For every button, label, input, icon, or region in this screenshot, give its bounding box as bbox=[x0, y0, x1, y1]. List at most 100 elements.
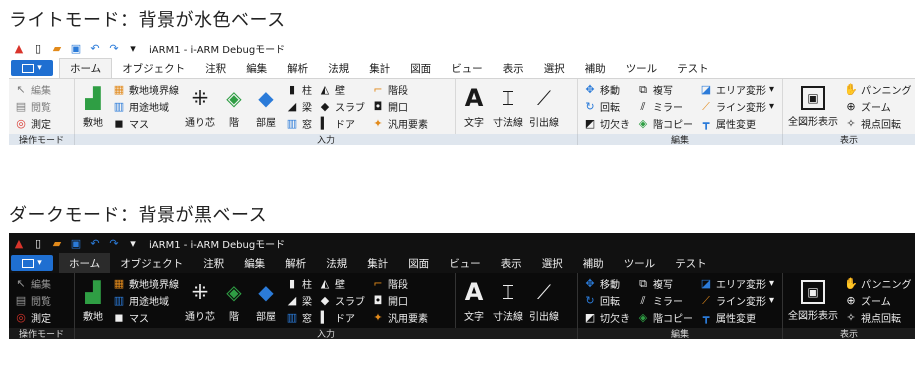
grid-line-button[interactable]: ⁜ 通り芯 bbox=[185, 85, 215, 129]
fit-all-button[interactable]: ▣ 全図形表示 bbox=[788, 279, 838, 322]
leader-button[interactable]: ⟋ 引出線 bbox=[529, 85, 559, 129]
site-boundary-button[interactable]: ▦ 敷地境界線 bbox=[112, 82, 179, 97]
floor-copy-button[interactable]: ◈ 階コピー bbox=[636, 310, 693, 325]
line-transform-button[interactable]: ⟋ ライン変形 ▾ bbox=[699, 99, 774, 114]
move-button[interactable]: ✥ 移動 bbox=[583, 82, 630, 97]
beam-button[interactable]: ◢ 梁 bbox=[285, 99, 312, 114]
tab-home[interactable]: ホーム bbox=[59, 58, 113, 78]
app-logo-icon[interactable]: ▲ bbox=[12, 236, 26, 250]
mass-button[interactable]: ◼ マス bbox=[112, 310, 179, 325]
tab-object[interactable]: オブジェクト bbox=[112, 58, 195, 78]
tab-display[interactable]: 表示 bbox=[491, 253, 532, 273]
tab-drawing[interactable]: 図面 bbox=[398, 253, 439, 273]
tab-assist[interactable]: 補助 bbox=[575, 58, 616, 78]
undo-icon[interactable]: ↶ bbox=[88, 41, 102, 55]
save-icon[interactable]: ▣ bbox=[69, 41, 83, 55]
zoning-button[interactable]: ▥ 用途地域 bbox=[112, 99, 179, 114]
wall-button[interactable]: ◭ 壁 bbox=[318, 276, 365, 291]
tab-select[interactable]: 選択 bbox=[534, 58, 575, 78]
tab-aggregate[interactable]: 集計 bbox=[359, 58, 400, 78]
tab-tools[interactable]: ツール bbox=[616, 58, 668, 78]
grid-line-button[interactable]: ⁜ 通り芯 bbox=[185, 279, 215, 323]
door-button[interactable]: ▍ ドア bbox=[318, 116, 365, 131]
tab-view[interactable]: ビュー bbox=[441, 58, 493, 78]
attribute-change-button[interactable]: ┳ 属性変更 bbox=[699, 116, 774, 131]
window-button[interactable]: ▥ 窓 bbox=[285, 310, 312, 325]
move-button[interactable]: ✥ 移動 bbox=[583, 276, 630, 291]
tab-analysis[interactable]: 解析 bbox=[277, 58, 318, 78]
opening-button[interactable]: ◘ 開口 bbox=[371, 293, 428, 308]
dimension-button[interactable]: ⌶ 寸法線 bbox=[493, 85, 523, 129]
rotate-button[interactable]: ↻ 回転 bbox=[583, 99, 630, 114]
tab-tools[interactable]: ツール bbox=[614, 253, 666, 273]
column-button[interactable]: ▮ 柱 bbox=[285, 276, 312, 291]
pan-button[interactable]: ✋ パンニング bbox=[844, 82, 911, 97]
mirror-button[interactable]: ⫽ ミラー bbox=[636, 99, 693, 114]
slab-button[interactable]: ◆ スラブ bbox=[318, 293, 365, 308]
mode-measure-button[interactable]: ◎ 測定 bbox=[14, 310, 51, 325]
opening-button[interactable]: ◘ 開口 bbox=[371, 99, 428, 114]
generic-element-button[interactable]: ✦ 汎用要素 bbox=[371, 116, 428, 131]
notch-button[interactable]: ◩ 切欠き bbox=[583, 116, 630, 131]
tab-assist[interactable]: 補助 bbox=[573, 253, 614, 273]
copy-button[interactable]: ⧉ 複写 bbox=[636, 82, 693, 97]
attribute-change-button[interactable]: ┳ 属性変更 bbox=[699, 310, 774, 325]
undo-icon[interactable]: ↶ bbox=[88, 236, 102, 250]
door-button[interactable]: ▍ ドア bbox=[318, 310, 365, 325]
tab-object[interactable]: オブジェクト bbox=[110, 253, 193, 273]
tab-home[interactable]: ホーム bbox=[59, 253, 111, 273]
dimension-button[interactable]: ⌶ 寸法線 bbox=[493, 279, 523, 323]
redo-icon[interactable]: ↷ bbox=[107, 236, 121, 250]
pan-button[interactable]: ✋ パンニング bbox=[844, 276, 911, 291]
new-file-icon[interactable]: ▯ bbox=[31, 236, 45, 250]
fit-all-button[interactable]: ▣ 全図形表示 bbox=[788, 85, 838, 128]
customize-qat-icon[interactable]: ▾ bbox=[126, 236, 140, 250]
zoom-button[interactable]: ⊕ ズーム bbox=[844, 293, 912, 308]
area-transform-button[interactable]: ◪ エリア変形 ▾ bbox=[699, 276, 774, 291]
tab-display[interactable]: 表示 bbox=[493, 58, 534, 78]
line-transform-button[interactable]: ⟋ ライン変形 ▾ bbox=[699, 293, 774, 308]
rotate-button[interactable]: ↻ 回転 bbox=[583, 293, 630, 308]
text-button[interactable]: A 文字 bbox=[461, 279, 487, 323]
floor-button[interactable]: ◈ 階 bbox=[221, 279, 247, 323]
mode-edit-button[interactable]: ↖ 編集 bbox=[14, 276, 51, 291]
tab-drawing[interactable]: 図面 bbox=[400, 58, 441, 78]
tab-edit[interactable]: 編集 bbox=[236, 58, 277, 78]
tab-view[interactable]: ビュー bbox=[439, 253, 491, 273]
mode-edit-button[interactable]: ↖ 編集 bbox=[14, 82, 51, 97]
stairs-button[interactable]: ⌐ 階段 bbox=[371, 82, 428, 97]
room-button[interactable]: ◆ 部屋 bbox=[253, 85, 279, 129]
mode-browse-button[interactable]: ▤ 閲覧 bbox=[14, 99, 51, 114]
copy-button[interactable]: ⧉ 複写 bbox=[636, 276, 693, 291]
text-button[interactable]: A 文字 bbox=[461, 85, 487, 129]
tab-annotation[interactable]: 注釈 bbox=[193, 253, 234, 273]
app-logo-icon[interactable]: ▲ bbox=[12, 41, 26, 55]
mass-button[interactable]: ◼ マス bbox=[112, 116, 179, 131]
tab-analysis[interactable]: 解析 bbox=[275, 253, 316, 273]
orbit-button[interactable]: ✧ 視点回転 bbox=[844, 116, 912, 131]
new-file-icon[interactable]: ▯ bbox=[31, 41, 45, 55]
file-menu-button[interactable]: ▾ bbox=[11, 60, 53, 76]
slab-button[interactable]: ◆ スラブ bbox=[318, 99, 365, 114]
tab-test[interactable]: テスト bbox=[667, 58, 719, 78]
site-button[interactable]: ▟ 敷地 bbox=[80, 85, 106, 129]
tab-regulation[interactable]: 法規 bbox=[318, 58, 359, 78]
tab-select[interactable]: 選択 bbox=[532, 253, 573, 273]
beam-button[interactable]: ◢ 梁 bbox=[285, 293, 312, 308]
mode-browse-button[interactable]: ▤ 閲覧 bbox=[14, 293, 51, 308]
generic-element-button[interactable]: ✦ 汎用要素 bbox=[371, 310, 428, 325]
mode-measure-button[interactable]: ◎ 測定 bbox=[14, 116, 51, 131]
notch-button[interactable]: ◩ 切欠き bbox=[583, 310, 630, 325]
tab-test[interactable]: テスト bbox=[665, 253, 717, 273]
site-button[interactable]: ▟ 敷地 bbox=[80, 279, 106, 323]
redo-icon[interactable]: ↷ bbox=[107, 41, 121, 55]
customize-qat-icon[interactable]: ▾ bbox=[126, 41, 140, 55]
tab-edit[interactable]: 編集 bbox=[234, 253, 275, 273]
open-folder-icon[interactable]: ▰ bbox=[50, 41, 64, 55]
tab-annotation[interactable]: 注釈 bbox=[195, 58, 236, 78]
zoom-button[interactable]: ⊕ ズーム bbox=[844, 99, 912, 114]
file-menu-button[interactable]: ▾ bbox=[11, 255, 53, 271]
tab-regulation[interactable]: 法規 bbox=[316, 253, 357, 273]
leader-button[interactable]: ⟋ 引出線 bbox=[529, 279, 559, 323]
floor-button[interactable]: ◈ 階 bbox=[221, 85, 247, 129]
